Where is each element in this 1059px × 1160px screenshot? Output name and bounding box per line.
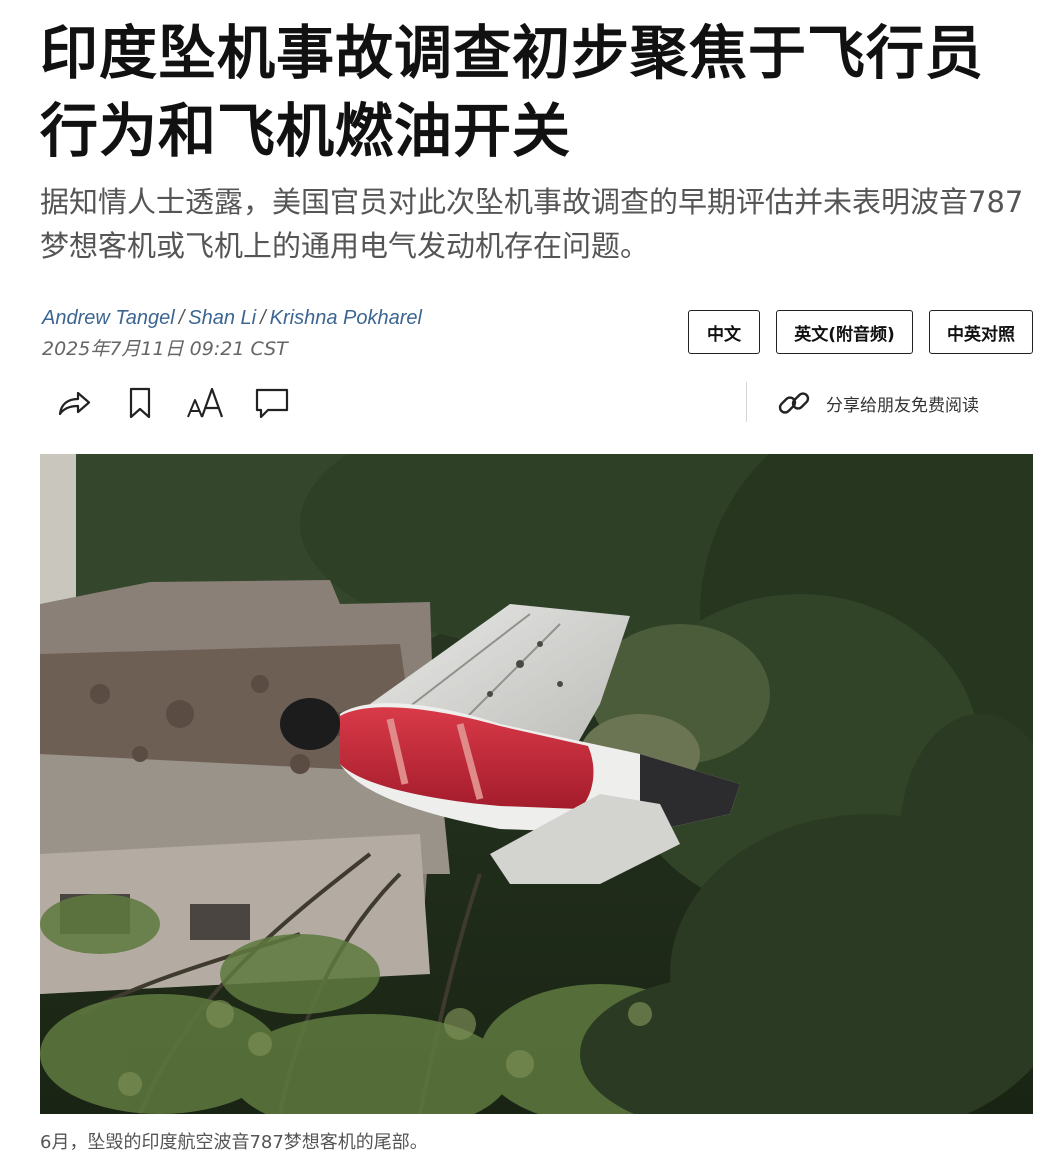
photo-caption: 6月，坠毁的印度航空波音787梦想客机的尾部。 <box>40 1132 428 1153</box>
author-link-1[interactable]: Andrew Tangel <box>42 307 175 329</box>
article-toolbar <box>54 380 292 426</box>
lang-button-chinese[interactable]: 中文 <box>688 310 760 354</box>
lang-button-bilingual[interactable]: 中英对照 <box>929 310 1033 354</box>
article-headline: 印度坠机事故调查初步聚焦于飞行员行为和飞机燃油开关 <box>40 19 985 165</box>
author-link-2[interactable]: Shan Li <box>188 307 256 329</box>
gift-share-link[interactable]: 分享给朋友免费阅读 <box>776 383 979 423</box>
language-switcher: 中文 英文(附音频) 中英对照 <box>688 310 1033 354</box>
font-size-icon[interactable] <box>186 383 226 423</box>
article-photo <box>40 454 1033 1114</box>
lang-button-english-audio[interactable]: 英文(附音频) <box>776 310 913 354</box>
gift-share-label: 分享给朋友免费阅读 <box>826 395 979 416</box>
link-icon <box>778 392 810 414</box>
author-link-3[interactable]: Krishna Pokharel <box>270 307 422 329</box>
share-icon[interactable] <box>54 383 94 423</box>
toolbar-divider <box>746 382 747 422</box>
byline: Andrew Tangel / Shan Li / Krishna Pokharel <box>42 305 422 331</box>
bookmark-icon[interactable] <box>120 383 160 423</box>
author-separator: / <box>178 307 185 329</box>
author-separator: / <box>260 307 266 329</box>
article-dek: 据知情人士透露，美国官员对此次坠机事故调查的早期评估并未表明波音787梦想客机或… <box>40 185 1024 263</box>
publish-timestamp: 2025年7月11日 09:21 CST <box>42 338 288 360</box>
comment-icon[interactable] <box>252 383 292 423</box>
